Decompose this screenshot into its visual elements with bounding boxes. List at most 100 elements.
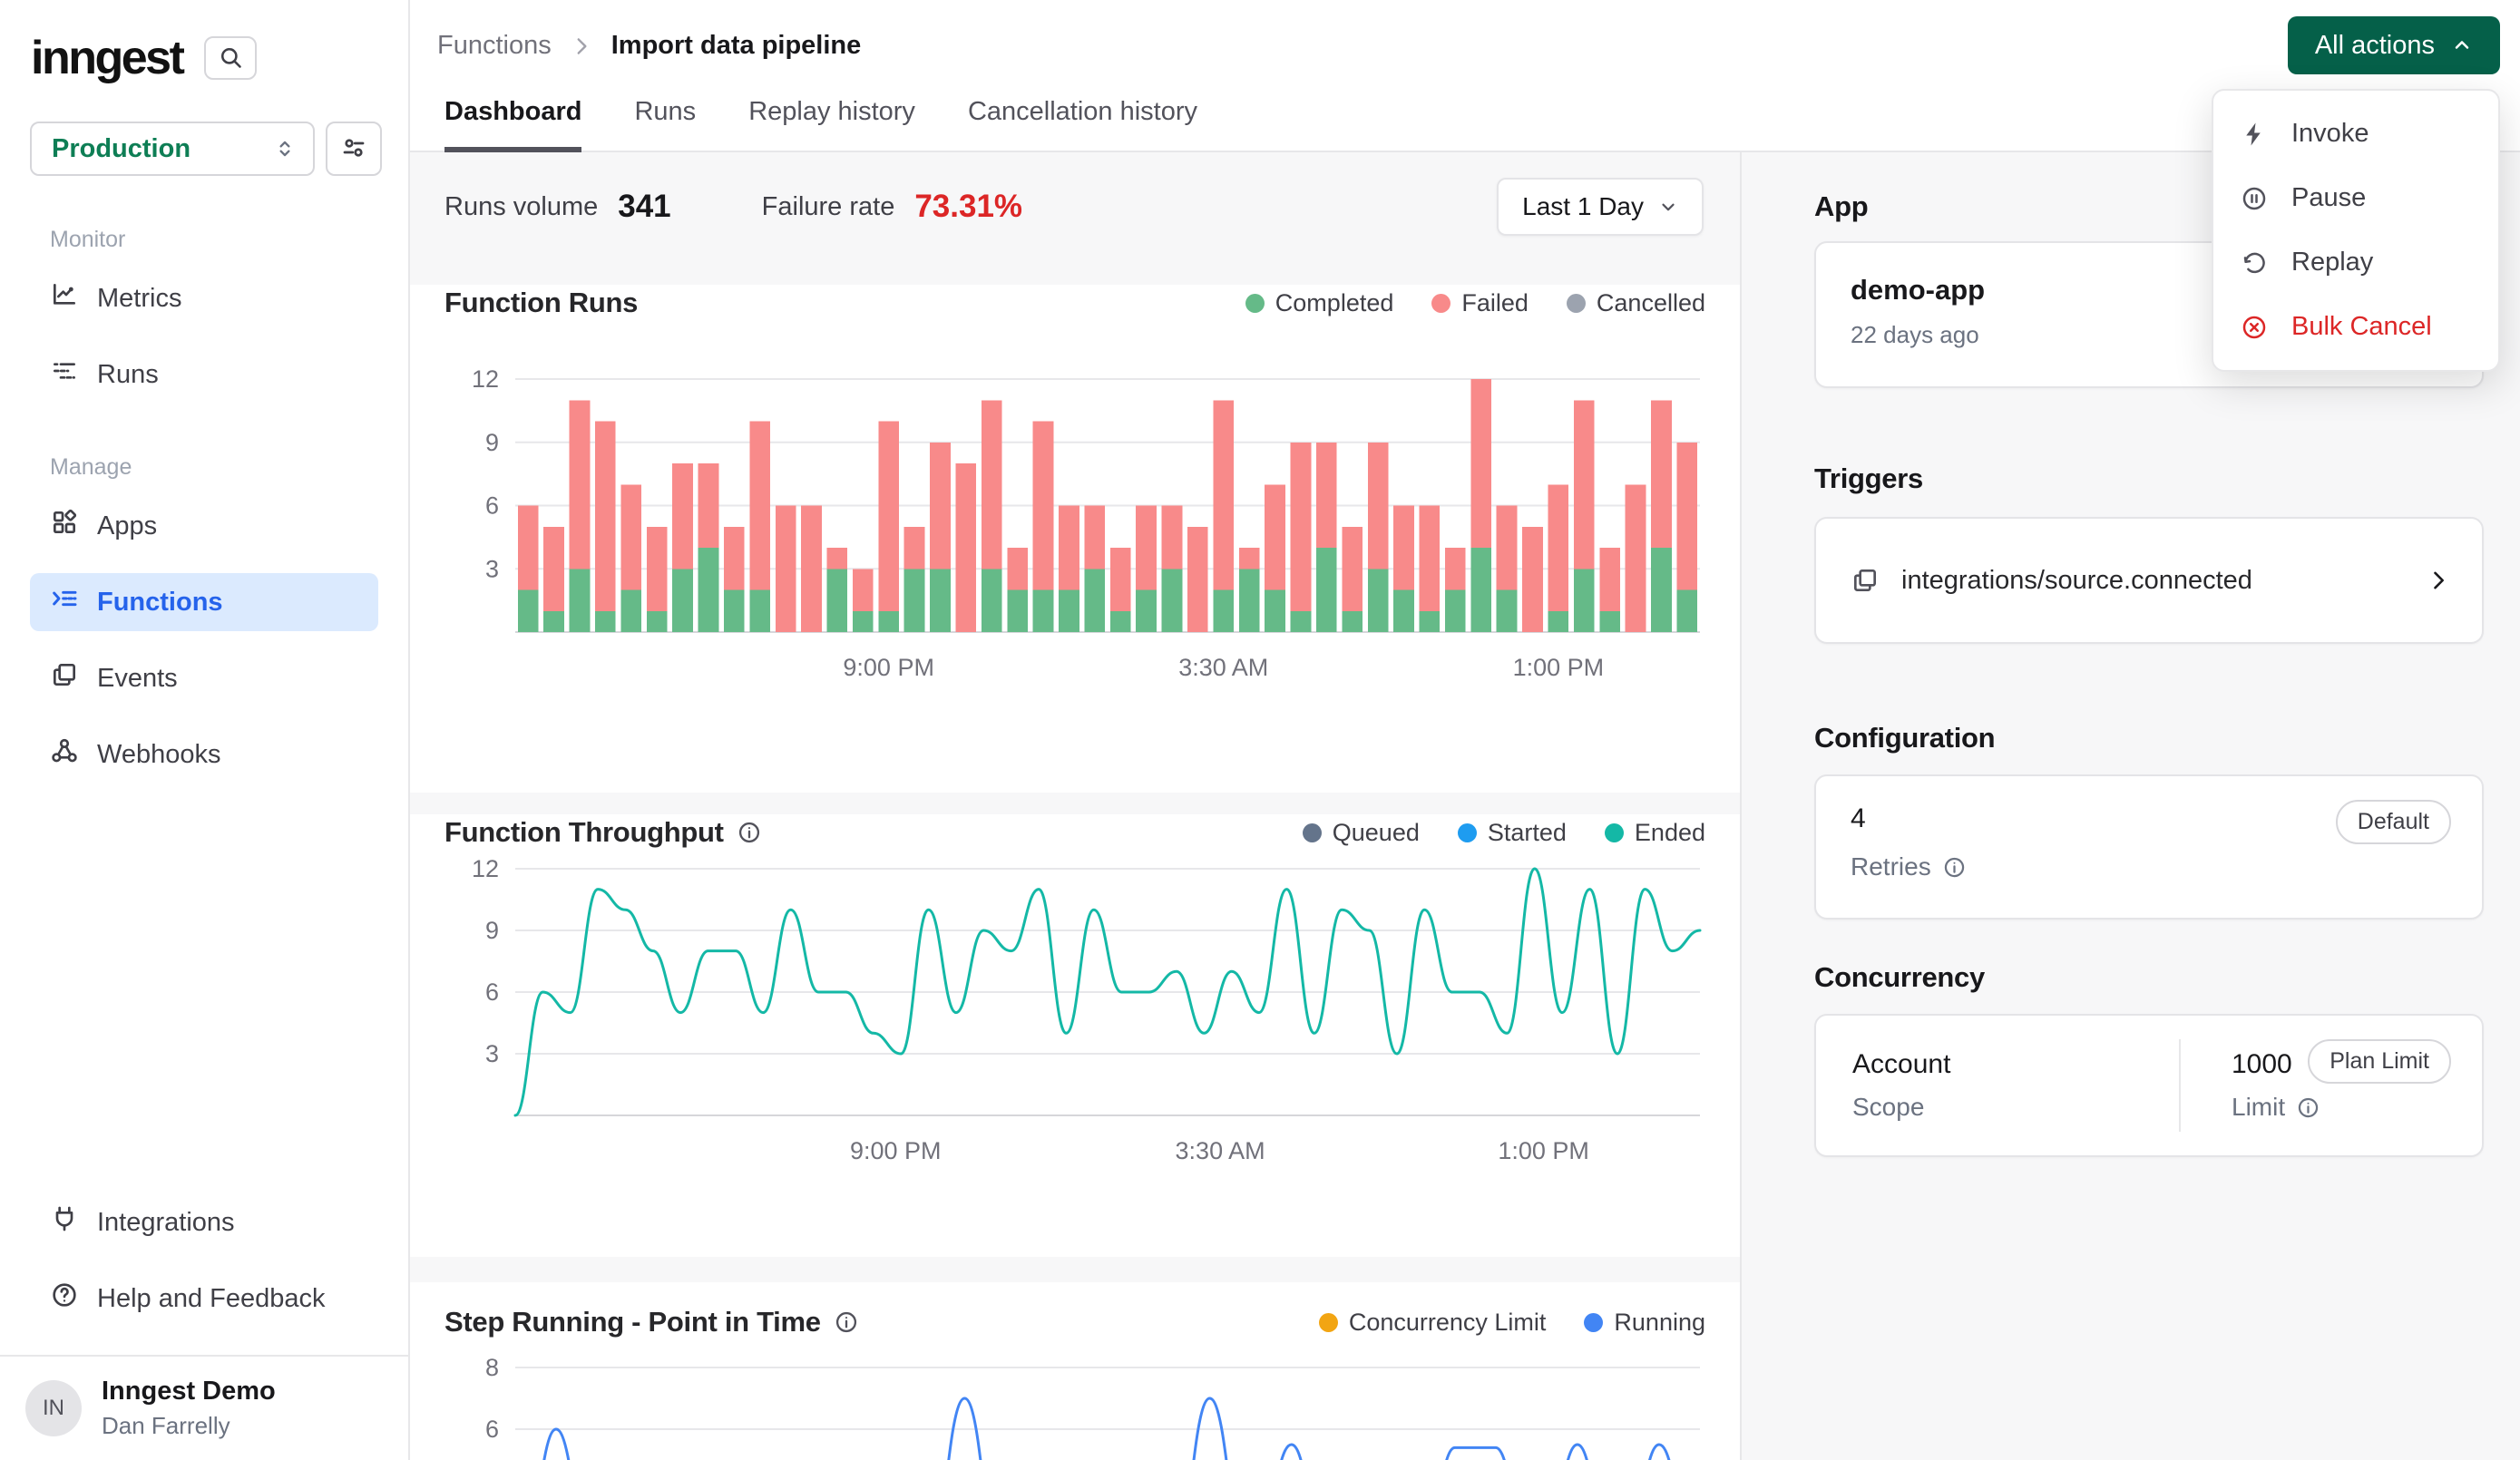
- tab-runs[interactable]: Runs: [634, 97, 696, 152]
- failure-rate-label: Failure rate: [762, 192, 895, 222]
- trigger-card[interactable]: integrations/source.connected: [1814, 517, 2484, 644]
- sidebar-item-integrations[interactable]: Integrations: [30, 1193, 378, 1251]
- tab-cancellation-history[interactable]: Cancellation history: [968, 97, 1197, 152]
- cancelled-dot: [1567, 294, 1586, 313]
- legend-label: Running: [1614, 1309, 1705, 1337]
- running-dot: [1584, 1313, 1603, 1332]
- sidebar-item-label: Functions: [97, 588, 223, 618]
- sidebar-nav: Monitor Metrics Runs Manage Apps: [0, 227, 408, 784]
- functions-icon: [50, 584, 79, 620]
- svg-text:3:30 AM: 3:30 AM: [1178, 654, 1268, 681]
- legend-label: Concurrency Limit: [1349, 1309, 1547, 1337]
- chevron-right-icon: [570, 34, 593, 58]
- runs-volume-value: 341: [618, 189, 670, 225]
- breadcrumb-current: Import data pipeline: [611, 31, 862, 61]
- nav-section-monitor: Monitor: [50, 227, 378, 253]
- function-runs-card: Function Runs Completed Failed Cancelled…: [410, 285, 1740, 793]
- menu-item-invoke[interactable]: Invoke: [2213, 102, 2498, 166]
- stats-strip: Runs volume 341 Failure rate 73.31% Last…: [410, 152, 1740, 261]
- svg-text:9: 9: [485, 917, 499, 944]
- breadcrumb-functions[interactable]: Functions: [437, 31, 552, 61]
- ended-dot: [1605, 823, 1624, 842]
- function-runs-title: Function Runs: [444, 287, 638, 319]
- configuration-heading: Configuration: [1814, 722, 2484, 754]
- bolt-icon: [2241, 121, 2268, 148]
- user-account[interactable]: IN Inngest Demo Dan Farrelly: [0, 1355, 408, 1460]
- svg-text:6: 6: [485, 1416, 499, 1443]
- time-range-value: Last 1 Day: [1522, 192, 1644, 221]
- page-header: Functions Import data pipeline Dashboard…: [410, 0, 2520, 152]
- plan-limit-badge: Plan Limit: [2308, 1039, 2451, 1084]
- menu-item-label: Pause: [2291, 183, 2366, 213]
- metrics-icon: [50, 280, 79, 316]
- started-dot: [1458, 823, 1477, 842]
- retries-label: Retries: [1851, 852, 1931, 881]
- svg-text:8: 8: [485, 1354, 499, 1381]
- time-range-selector[interactable]: Last 1 Day: [1497, 178, 1704, 236]
- svg-text:6: 6: [485, 492, 499, 520]
- sidebar-item-apps[interactable]: Apps: [30, 497, 378, 555]
- pause-icon: [2241, 185, 2268, 212]
- trigger-event-name: integrations/source.connected: [1901, 566, 2426, 596]
- step-running-legend: Concurrency Limit Running: [1319, 1309, 1705, 1337]
- menu-item-pause[interactable]: Pause: [2213, 166, 2498, 230]
- environment-value: Production: [52, 134, 273, 164]
- completed-dot: [1245, 294, 1265, 313]
- legend-label: Completed: [1275, 289, 1394, 317]
- environment-settings-button[interactable]: [326, 122, 382, 176]
- menu-item-label: Bulk Cancel: [2291, 312, 2432, 342]
- runs-volume-label: Runs volume: [444, 192, 598, 222]
- legend-label: Failed: [1461, 289, 1529, 317]
- menu-item-label: Invoke: [2291, 119, 2369, 149]
- content: Runs volume 341 Failure rate 73.31% Last…: [410, 152, 2520, 1460]
- avatar: IN: [25, 1380, 82, 1436]
- main: Functions Import data pipeline Dashboard…: [410, 0, 2520, 1460]
- legend-label: Started: [1488, 819, 1567, 847]
- all-actions-menu: Invoke Pause Replay Bulk Cancel: [2212, 89, 2500, 372]
- plug-icon: [50, 1204, 79, 1241]
- sidebar-item-metrics[interactable]: Metrics: [30, 269, 378, 327]
- limit-label: Limit: [2232, 1093, 2285, 1122]
- all-actions-button[interactable]: All actions: [2288, 16, 2500, 74]
- sidebar-item-events[interactable]: Events: [30, 649, 378, 707]
- failure-rate-value: 73.31%: [914, 189, 1022, 225]
- sliders-icon: [340, 134, 367, 164]
- function-throughput-title: Function Throughput: [444, 816, 724, 849]
- replay-icon: [2241, 249, 2268, 277]
- svg-text:3: 3: [485, 555, 499, 582]
- function-runs-chart: 369129:00 PM3:30 AM1:00 PM: [444, 361, 1705, 696]
- sidebar-item-runs[interactable]: Runs: [30, 346, 378, 404]
- info-icon[interactable]: [2296, 1095, 2320, 1120]
- svg-text:12: 12: [472, 855, 499, 882]
- svg-text:9:00 PM: 9:00 PM: [850, 1137, 942, 1164]
- sidebar: inngest Production Monitor: [0, 0, 410, 1460]
- charts-column: Runs volume 341 Failure rate 73.31% Last…: [410, 152, 1740, 1460]
- tab-dashboard[interactable]: Dashboard: [444, 97, 581, 152]
- scope-label: Scope: [1852, 1093, 1924, 1122]
- sidebar-item-help[interactable]: Help and Feedback: [30, 1270, 378, 1328]
- help-icon: [50, 1280, 79, 1317]
- sidebar-item-webhooks[interactable]: Webhooks: [30, 725, 378, 784]
- org-name: Inngest Demo: [102, 1377, 276, 1406]
- failed-dot: [1431, 294, 1450, 313]
- menu-item-replay[interactable]: Replay: [2213, 230, 2498, 295]
- search-button[interactable]: [204, 36, 257, 80]
- concurrency-card: Account Scope 1000 Limit: [1814, 1014, 2484, 1157]
- menu-item-bulk-cancel[interactable]: Bulk Cancel: [2213, 295, 2498, 359]
- sidebar-item-functions[interactable]: Functions: [30, 573, 378, 631]
- sidebar-item-label: Help and Feedback: [97, 1284, 326, 1314]
- nav-section-manage: Manage: [50, 454, 378, 481]
- svg-text:6: 6: [485, 978, 499, 1006]
- info-icon[interactable]: [1942, 855, 1967, 880]
- chevron-up-icon: [2451, 34, 2473, 56]
- page: inngest Production Monitor: [0, 0, 2520, 1460]
- default-badge: Default: [2336, 800, 2451, 844]
- search-icon: [218, 44, 243, 73]
- tab-replay-history[interactable]: Replay history: [748, 97, 915, 152]
- tabs: Dashboard Runs Replay history Cancellati…: [444, 97, 1197, 152]
- info-icon[interactable]: [834, 1309, 859, 1335]
- info-icon[interactable]: [737, 820, 762, 845]
- environment-selector[interactable]: Production: [30, 122, 315, 176]
- svg-text:12: 12: [472, 365, 499, 393]
- step-running-chart: 468: [444, 1351, 1705, 1460]
